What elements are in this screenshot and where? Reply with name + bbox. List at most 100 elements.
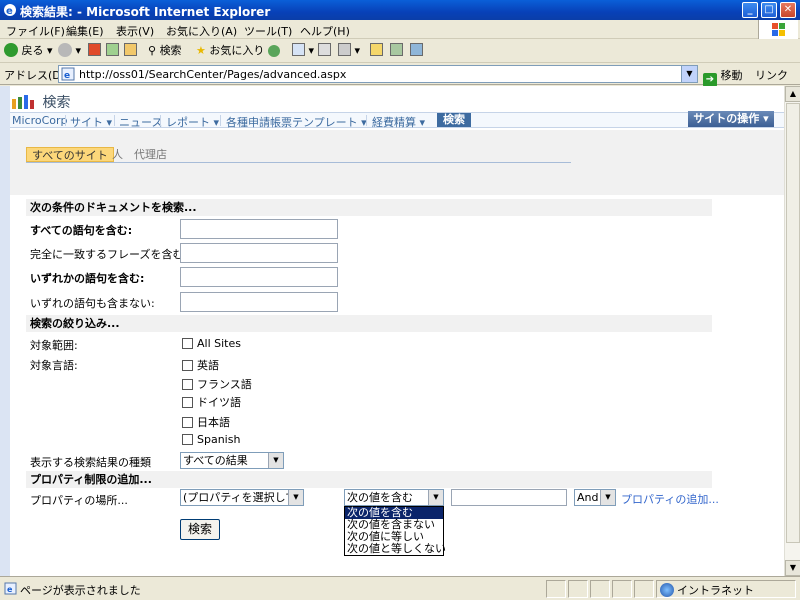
checkbox[interactable]: [182, 360, 193, 371]
none-words-input[interactable]: [180, 292, 338, 312]
print-icon: [318, 43, 331, 56]
search-submit-button[interactable]: 検索: [180, 519, 220, 540]
result-type-label: 表示する検索結果の種類: [30, 456, 151, 469]
mail-button[interactable]: ▾: [292, 43, 314, 59]
nav-search[interactable]: 検索: [437, 113, 471, 127]
people-logo-icon: [12, 95, 34, 109]
menu-favorites[interactable]: お気に入り(A): [166, 23, 237, 39]
scroll-thumb[interactable]: [786, 103, 800, 543]
nav-microcorp[interactable]: MicroCorp: [12, 114, 68, 127]
search-label: 検索: [159, 44, 182, 57]
andor-select[interactable]: And ▼: [574, 489, 616, 506]
maximize-button[interactable]: □: [761, 2, 777, 18]
nav-news[interactable]: ニュース: [119, 114, 162, 130]
nav-separator: [160, 115, 161, 126]
menu-view[interactable]: 表示(V): [116, 23, 154, 39]
scope-all-sites[interactable]: すべてのサイト: [26, 147, 114, 162]
zone-label: イントラネット: [677, 584, 754, 597]
menu-help[interactable]: ヘルプ(H): [300, 23, 350, 39]
checkbox[interactable]: [182, 338, 193, 349]
chevron-down-icon[interactable]: ▼: [268, 453, 283, 468]
messenger-button[interactable]: [390, 43, 403, 59]
go-arrow-icon: ➔: [703, 73, 717, 87]
menu-file[interactable]: ファイル(F): [6, 23, 65, 39]
language-checkbox-english[interactable]: 英語: [182, 357, 219, 373]
scroll-down-icon[interactable]: ▼: [785, 560, 800, 576]
title-bar: e 検索結果: - Microsoft Internet Explorer _ …: [0, 0, 800, 20]
forward-button[interactable]: ▾: [58, 43, 81, 59]
nav-site[interactable]: サイト ▾: [70, 114, 112, 130]
home-button[interactable]: [124, 43, 137, 59]
stop-button[interactable]: [88, 43, 101, 59]
go-label: 移動: [720, 69, 743, 82]
search-icon: ⚲: [148, 44, 157, 57]
language-checkbox-french[interactable]: フランス語: [182, 376, 252, 392]
nav-report[interactable]: レポート ▾: [166, 114, 219, 130]
property-value-input[interactable]: [451, 489, 567, 506]
minimize-button[interactable]: _: [742, 2, 758, 18]
back-button[interactable]: 戻る ▾: [4, 43, 53, 59]
menu-bar: ファイル(F) 編集(E) 表示(V) お気に入り(A) ツール(T) ヘルプ(…: [0, 20, 800, 39]
result-type-select[interactable]: すべての結果 ▼: [180, 452, 284, 469]
language-checkbox-german[interactable]: ドイツ語: [182, 394, 241, 410]
narrow-section-header: 検索の絞り込み...: [26, 315, 712, 332]
mail-icon: [292, 43, 305, 56]
scroll-up-icon[interactable]: ▲: [785, 86, 800, 102]
folder-icon: [370, 43, 383, 56]
andor-select-value: And: [577, 491, 599, 504]
menu-tools[interactable]: ツール(T): [244, 23, 292, 39]
property-section-header: プロパティ制限の追加...: [26, 471, 712, 488]
checkbox[interactable]: [182, 417, 193, 428]
edit-button[interactable]: ▾: [338, 43, 360, 59]
refresh-button[interactable]: [106, 43, 119, 59]
security-zone: イントラネット: [660, 582, 754, 598]
chevron-down-icon[interactable]: ▼: [288, 490, 303, 505]
favorites-button[interactable]: ★ お気に入り: [196, 43, 264, 59]
address-input[interactable]: e http://oss01/SearchCenter/Pages/advanc…: [58, 65, 698, 83]
any-words-input[interactable]: [180, 267, 338, 287]
scope-area: すべてのサイト 人 代理店: [10, 130, 784, 195]
operator-option[interactable]: 次の値と等しくない: [345, 543, 446, 555]
menu-edit[interactable]: 編集(E): [66, 23, 104, 39]
checkbox[interactable]: [182, 397, 193, 408]
checkbox[interactable]: [182, 434, 193, 445]
chevron-down-icon[interactable]: ▼: [600, 490, 615, 505]
chevron-down-icon[interactable]: ▼: [428, 490, 443, 505]
search-button[interactable]: ⚲ 検索: [148, 43, 182, 59]
all-words-input[interactable]: [180, 219, 338, 239]
print-button[interactable]: [318, 43, 331, 59]
address-dropdown-icon[interactable]: ▼: [681, 66, 697, 82]
nav-templates[interactable]: 各種申請帳票テンプレート ▾: [226, 114, 367, 130]
go-button[interactable]: ➔ 移動: [703, 67, 743, 87]
vertical-scrollbar[interactable]: ▲ ▼: [784, 86, 800, 576]
language-checkbox-spanish[interactable]: Spanish: [182, 433, 240, 446]
site-actions-button[interactable]: サイトの操作 ▾: [688, 111, 774, 127]
status-panel: [634, 580, 654, 598]
history-button[interactable]: [268, 43, 280, 59]
any-words-label: いずれかの語句を含む:: [30, 272, 145, 285]
folder-button[interactable]: [370, 43, 383, 59]
status-panel: [612, 580, 632, 598]
scope-people[interactable]: 人: [112, 147, 123, 162]
history-icon: [268, 45, 280, 57]
operator-dropdown-list: 次の値を含む 次の値を含まない 次の値に等しい 次の値と等しくない: [344, 506, 446, 556]
checkbox[interactable]: [182, 379, 193, 390]
back-arrow-icon: [4, 43, 18, 57]
scope-checkbox-all-sites[interactable]: All Sites: [182, 337, 241, 350]
research-button[interactable]: [410, 43, 423, 59]
svg-text:e: e: [64, 71, 70, 81]
language-checkbox-japanese[interactable]: 日本語: [182, 414, 230, 430]
property-select[interactable]: (プロパティを選択してく ▼: [180, 489, 304, 506]
exact-phrase-input[interactable]: [180, 243, 338, 263]
favorites-label: お気に入り: [209, 44, 265, 57]
star-icon: ★: [196, 44, 206, 57]
all-words-label: すべての語句を含む:: [30, 224, 133, 237]
scope-agencies[interactable]: 代理店: [134, 147, 167, 162]
operator-select[interactable]: 次の値を含む ▼: [344, 489, 444, 506]
status-bar: e ページが表示されました イントラネット: [0, 576, 800, 600]
add-property-link[interactable]: プロパティの追加...: [621, 491, 719, 507]
none-words-label: いずれの語句も含まない:: [30, 297, 155, 310]
close-button[interactable]: ✕: [780, 2, 796, 18]
links-button[interactable]: リンク: [755, 67, 788, 83]
nav-expenses[interactable]: 経費精算 ▾: [372, 114, 425, 130]
